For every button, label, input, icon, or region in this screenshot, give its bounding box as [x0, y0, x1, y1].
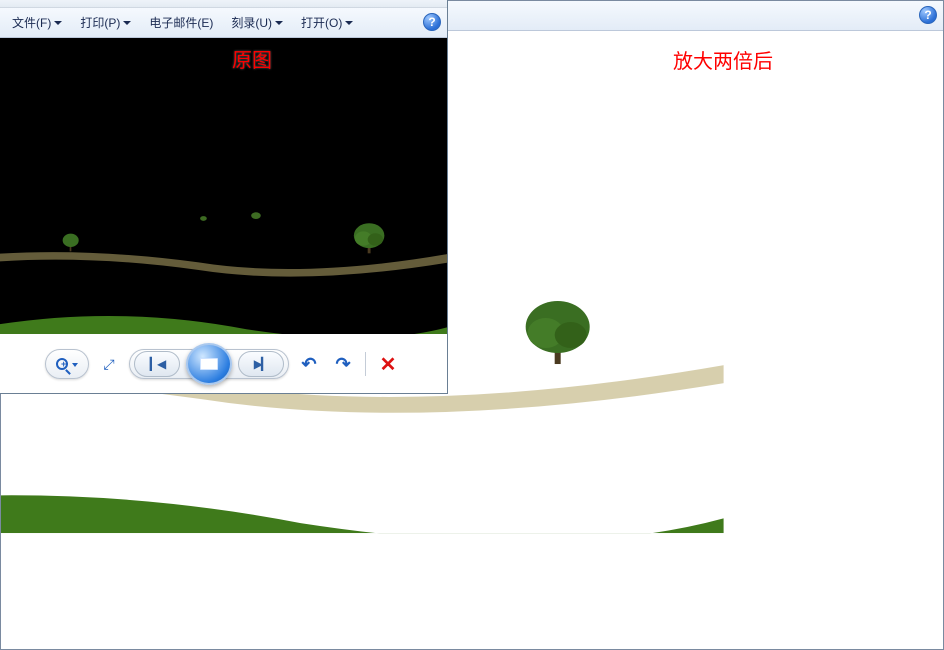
help-icon: ?: [428, 15, 435, 29]
zoom-button[interactable]: +: [45, 349, 89, 379]
menu-burn[interactable]: 刻录(U): [227, 11, 287, 34]
menu-file[interactable]: 文件(F): [8, 11, 66, 34]
rotate-cw-button[interactable]: ↷: [329, 350, 357, 378]
help-icon: ?: [924, 8, 931, 22]
menu-open[interactable]: 打开(O): [297, 11, 357, 34]
annotation-zoomed: 放大两倍后: [673, 45, 773, 74]
help-button[interactable]: ?: [423, 13, 441, 31]
annotation-original-text: 原图: [232, 50, 272, 72]
delete-icon: ✕: [380, 352, 397, 377]
annotation-zoomed-text: 放大两倍后: [673, 51, 773, 73]
dropdown-arrow-icon: [54, 21, 62, 25]
image-viewport-original[interactable]: [0, 38, 447, 334]
prev-icon: ▎◀: [150, 357, 164, 371]
slideshow-button[interactable]: [186, 343, 232, 385]
dropdown-arrow-icon: [345, 21, 353, 25]
magnifier-icon: +: [56, 354, 78, 375]
title-bar[interactable]: Windows 照片查看器: [0, 0, 447, 8]
photo-viewer-window-original: Windows 照片查看器 文件(F) 打印(P) 电子邮件(E) 刻录(U) …: [0, 0, 448, 394]
menu-print[interactable]: 打印(P): [76, 11, 135, 34]
rotate-ccw-button[interactable]: ↶: [295, 350, 323, 378]
rotate-cw-icon: ↷: [335, 354, 350, 375]
photo-content: [0, 38, 447, 334]
previous-button[interactable]: ▎◀: [134, 351, 180, 377]
menu-email[interactable]: 电子邮件(E): [145, 11, 217, 34]
menu-file-label: 文件(F): [12, 14, 51, 31]
fit-icon: ⤢: [103, 356, 114, 373]
help-button[interactable]: ?: [919, 6, 937, 24]
menu-open-label: 打开(O): [301, 14, 342, 31]
menu-burn-label: 刻录(U): [231, 14, 272, 31]
next-button[interactable]: ▶▎: [238, 351, 284, 377]
annotation-original: 原图: [232, 44, 272, 73]
fit-to-window-button[interactable]: ⤢: [95, 350, 123, 378]
slideshow-icon: [200, 358, 218, 370]
rotate-ccw-icon: ↶: [301, 354, 316, 375]
menu-print-label: 打印(P): [80, 14, 120, 31]
dropdown-arrow-icon: [275, 21, 283, 25]
viewer-toolbar: + ⤢ ▎◀ ▶▎ ↶ ↷ ✕: [0, 335, 447, 393]
toolbar-divider: [365, 352, 366, 376]
nav-control: ▎◀ ▶▎: [129, 349, 289, 379]
dropdown-arrow-icon: [123, 21, 131, 25]
menu-bar: 文件(F) 打印(P) 电子邮件(E) 刻录(U) 打开(O) ?: [0, 8, 447, 38]
menu-email-label: 电子邮件(E): [149, 14, 213, 31]
next-icon: ▶▎: [254, 357, 268, 371]
delete-button[interactable]: ✕: [374, 350, 402, 378]
